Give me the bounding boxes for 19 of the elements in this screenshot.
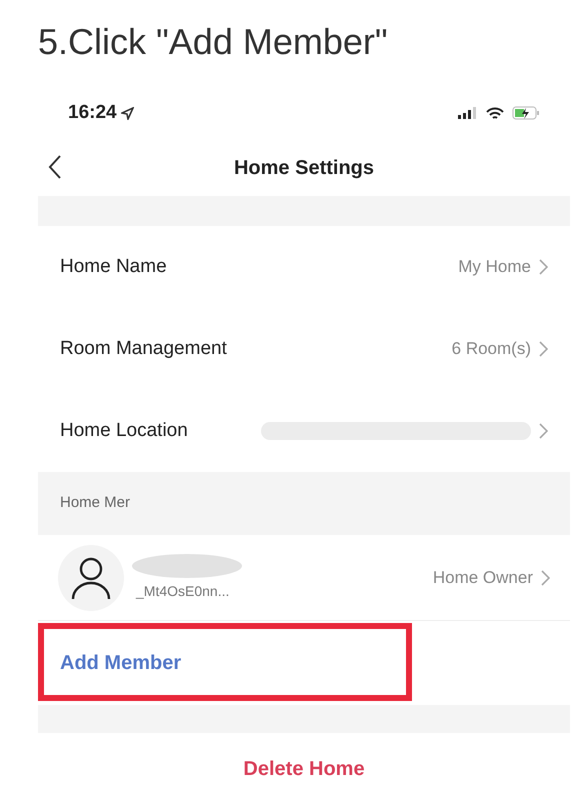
chevron-icon — [539, 423, 548, 439]
member-role: Home Owner — [432, 566, 533, 589]
status-time: 16:24 — [68, 100, 117, 125]
chevron-icon — [539, 341, 548, 357]
section-header: Home Mer — [60, 493, 130, 514]
wifi-icon — [486, 106, 504, 120]
location-arrow-icon — [120, 106, 134, 120]
add-member-button[interactable]: Add Member — [38, 648, 182, 678]
delete-home-button[interactable]: Delete Home — [243, 754, 365, 784]
member-id: _Mt4OsE0nn... — [136, 582, 230, 601]
setting-value: 6 Room(s) — [452, 338, 531, 360]
back-button[interactable] — [48, 154, 62, 180]
screen-title: Home Settings — [234, 156, 374, 181]
setting-value: My Home — [458, 256, 531, 278]
chevron-icon — [539, 259, 548, 275]
instruction-text: 5.Click "Add Member" — [37, 20, 389, 64]
signal-icon — [458, 107, 478, 119]
battery-charging-icon — [512, 106, 540, 120]
chevron-icon — [541, 570, 550, 586]
